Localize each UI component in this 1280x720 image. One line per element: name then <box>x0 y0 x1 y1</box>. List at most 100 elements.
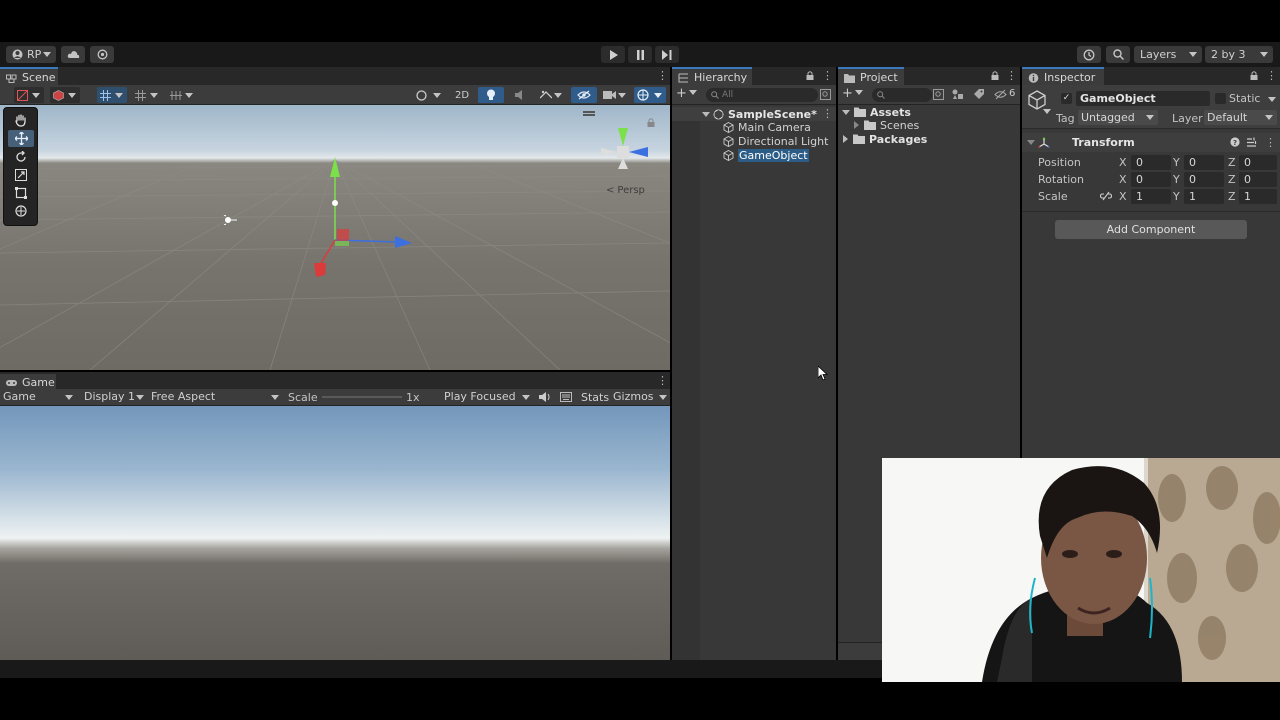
draw-mode-dropdown[interactable] <box>14 87 44 103</box>
active-checkbox[interactable]: ✓ <box>1061 93 1072 104</box>
transform-header[interactable]: Transform ? ⋮ <box>1022 133 1280 152</box>
display-select[interactable]: Display 1 <box>84 390 146 405</box>
aspect-select[interactable]: Free Aspect <box>151 390 281 405</box>
collapse-arrow-icon[interactable] <box>843 135 848 143</box>
filter-type-icon[interactable] <box>952 89 964 100</box>
rotation-x-field[interactable]: 0 <box>1131 172 1171 187</box>
expand-arrow-icon[interactable] <box>702 111 710 117</box>
folder-row-assets[interactable]: Assets <box>838 105 1020 119</box>
increment-snap-dropdown[interactable] <box>132 87 162 103</box>
game-viewport[interactable] <box>0 406 670 660</box>
mode-2d-toggle[interactable]: 2D <box>449 87 475 103</box>
scale-tool[interactable] <box>8 166 34 183</box>
game-menu-icon[interactable]: ⋮ <box>657 375 668 386</box>
collapse-arrow-icon[interactable] <box>854 121 859 129</box>
layer-dropdown[interactable]: Default <box>1204 110 1277 125</box>
scale-x-field[interactable]: 1 <box>1131 189 1171 204</box>
collab-button[interactable] <box>90 46 114 63</box>
project-lock-icon[interactable] <box>991 71 999 80</box>
hierarchy-search-input[interactable]: All <box>706 88 818 102</box>
transform-tool[interactable] <box>8 202 34 219</box>
project-menu-icon[interactable]: ⋮ <box>1006 70 1017 81</box>
effects-dropdown[interactable] <box>536 87 566 103</box>
lighting-toggle[interactable] <box>478 87 504 103</box>
inspector-lock-icon[interactable] <box>1250 71 1258 80</box>
move-tool[interactable] <box>8 130 34 147</box>
icon-picker-caret[interactable] <box>1043 109 1051 114</box>
visibility-toggle[interactable] <box>571 87 597 103</box>
folder-row-packages[interactable]: Packages <box>838 132 1020 146</box>
expand-arrow-icon[interactable] <box>842 109 850 115</box>
tab-scene[interactable]: Scene <box>0 67 58 85</box>
inspector-menu-icon[interactable]: ⋮ <box>1266 70 1277 81</box>
transform-menu-icon[interactable]: ⋮ <box>1265 137 1276 148</box>
project-search-input[interactable] <box>872 88 932 102</box>
constrain-proportions-icon[interactable] <box>1100 191 1112 201</box>
rotation-z-field[interactable]: 0 <box>1239 172 1277 187</box>
help-icon[interactable]: ? <box>1230 137 1240 147</box>
hierarchy-item-gameobject[interactable]: GameObject <box>672 148 836 162</box>
hierarchy-item-label-selected[interactable]: GameObject <box>738 148 809 162</box>
static-dropdown-caret[interactable] <box>1268 97 1276 102</box>
scene-row-menu-icon[interactable]: ⋮ <box>822 108 833 119</box>
tag-dropdown[interactable]: Untagged <box>1078 110 1158 125</box>
step-button[interactable] <box>655 46 679 63</box>
rotate-tool[interactable] <box>8 148 34 165</box>
shading-sphere-dropdown[interactable] <box>413 87 445 103</box>
tab-project[interactable]: Project <box>838 67 904 85</box>
position-y-field[interactable]: 0 <box>1184 155 1224 170</box>
camera-settings-dropdown[interactable] <box>600 87 630 103</box>
scene-row[interactable]: SampleScene* ⋮ <box>672 107 836 121</box>
hierarchy-menu-icon[interactable]: ⋮ <box>822 70 833 81</box>
projection-toggle[interactable]: < Persp <box>606 185 645 196</box>
tab-game[interactable]: Game <box>0 372 56 390</box>
hierarchy-search-options-icon[interactable] <box>820 89 831 100</box>
play-button[interactable] <box>601 46 625 63</box>
hand-tool[interactable] <box>8 112 34 129</box>
hierarchy-item-main-camera[interactable]: Main Camera <box>672 120 836 134</box>
grid-snap-dropdown[interactable] <box>97 87 127 103</box>
transform-foldout-icon[interactable] <box>1027 140 1035 145</box>
add-component-button[interactable]: Add Component <box>1055 220 1247 239</box>
hierarchy-create-button[interactable]: + <box>676 87 697 100</box>
orientation-gizmo[interactable] <box>596 123 656 193</box>
layers-dropdown[interactable]: Layers <box>1134 46 1202 63</box>
audio-toggle[interactable] <box>508 87 534 103</box>
folder-row-scenes[interactable]: Scenes <box>838 118 1020 132</box>
scale-z-field[interactable]: 1 <box>1239 189 1277 204</box>
game-view-select[interactable]: Game <box>3 390 75 405</box>
orientation-lock-icon[interactable] <box>647 118 655 127</box>
undo-history-button[interactable] <box>1077 46 1101 63</box>
cloud-button[interactable] <box>61 46 85 63</box>
scale-slider[interactable] <box>322 396 402 398</box>
project-create-button[interactable]: + <box>842 87 863 100</box>
search-button[interactable] <box>1106 46 1130 63</box>
hierarchy-lock-icon[interactable] <box>806 71 814 80</box>
object-name-input[interactable]: GameObject <box>1076 91 1210 106</box>
position-x-field[interactable]: 0 <box>1131 155 1171 170</box>
tool-settings-dropdown[interactable] <box>167 87 197 103</box>
hierarchy-item-directional-light[interactable]: Directional Light <box>672 134 836 148</box>
play-mode-select[interactable]: Play Focused <box>444 390 532 405</box>
preset-icon[interactable] <box>1246 137 1257 148</box>
rect-tool[interactable] <box>8 184 34 201</box>
label-tag-icon[interactable] <box>973 89 984 100</box>
render-mode-dropdown[interactable] <box>50 87 80 103</box>
position-z-field[interactable]: 0 <box>1239 155 1277 170</box>
scale-y-field[interactable]: 1 <box>1184 189 1224 204</box>
tab-hierarchy[interactable]: Hierarchy <box>672 67 752 85</box>
gizmos-dropdown[interactable] <box>634 87 666 103</box>
account-dropdown[interactable]: RP <box>6 46 56 63</box>
keyboard-icon[interactable] <box>560 392 572 402</box>
rotation-y-field[interactable]: 0 <box>1184 172 1224 187</box>
static-checkbox[interactable] <box>1215 93 1226 104</box>
search-by-type-icon[interactable] <box>933 89 944 100</box>
mute-audio-icon[interactable] <box>539 392 551 402</box>
move-gizmo[interactable] <box>290 155 420 285</box>
scene-menu-icon[interactable]: ⋮ <box>657 70 668 81</box>
stats-button[interactable]: Stats <box>581 391 609 404</box>
pause-button[interactable] <box>628 46 652 63</box>
overlay-menu-icon[interactable] <box>583 111 595 113</box>
light-gizmo-icon[interactable] <box>223 215 237 225</box>
game-gizmos-dropdown[interactable]: Gizmos <box>613 390 669 405</box>
